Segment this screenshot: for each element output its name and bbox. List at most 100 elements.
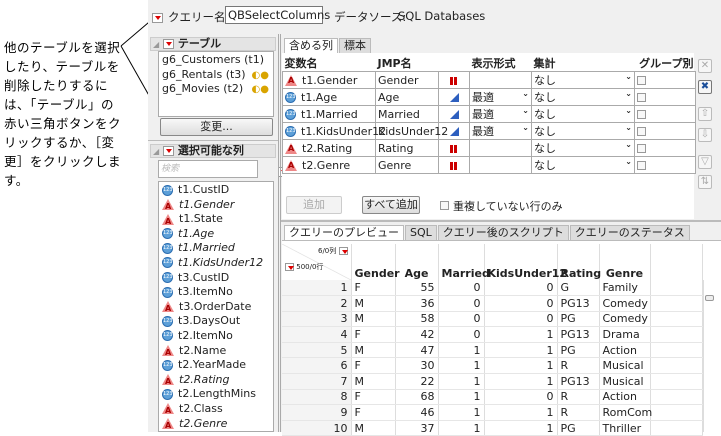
available-column-item[interactable]: t1.Gender — [159, 198, 273, 214]
move-down-icon[interactable]: ⇩ — [698, 128, 712, 142]
included-column-row[interactable]: t2.Genre Genre なし ⌄ — [282, 156, 696, 174]
table-item[interactable]: g6_Customers (t1) — [159, 53, 273, 68]
included-column-row[interactable]: 123 t1.KidsUnder12 KidsUnder12 最適 ⌄ なし ⌄ — [282, 122, 696, 140]
tab-post-query-script[interactable]: クエリー後のスクリプト — [437, 225, 569, 240]
tables-red-triangle[interactable] — [163, 39, 174, 49]
cell: 30 — [395, 357, 439, 375]
available-column-item[interactable]: 123 t3.CustID — [159, 271, 273, 286]
remove-column-icon[interactable]: ✕ — [698, 59, 712, 73]
tables-header[interactable]: ◢ テーブル — [150, 37, 276, 51]
available-column-item[interactable]: t2.Rating — [159, 373, 273, 389]
format-select[interactable]: 最適 ⌄ — [469, 122, 532, 140]
aggregate-select[interactable]: なし ⌄ — [531, 105, 635, 123]
query-menu-red-triangle[interactable] — [152, 13, 163, 23]
tab-sample[interactable]: 標本 — [339, 38, 371, 53]
aggregate-value: なし — [534, 108, 556, 121]
include-tabs: 含める列 標本 — [284, 38, 372, 53]
available-column-item[interactable]: t1.State — [159, 212, 273, 229]
row-count: 500/0行 — [296, 263, 324, 271]
available-column-item[interactable]: 123 t1.Married — [159, 241, 273, 256]
available-column-item[interactable]: t2.Genre — [159, 417, 273, 433]
col-header-kidsunder12[interactable]: KidsUnder12 — [484, 244, 567, 280]
available-column-item[interactable]: 123 t1.KidsUnder12 — [159, 256, 273, 271]
included-column-row[interactable]: t2.Rating Rating なし ⌄ — [282, 139, 696, 157]
columns-red-triangle[interactable] — [338, 247, 348, 255]
add-button[interactable]: 追加 — [286, 196, 342, 214]
available-column-item[interactable]: t2.Class — [159, 402, 273, 418]
available-column-item[interactable]: t3.OrderDate — [159, 300, 273, 316]
available-column-item[interactable]: 123 t2.LengthMins — [159, 387, 273, 402]
format-value: 最適 — [472, 125, 494, 138]
available-columns-red-triangle[interactable] — [163, 146, 174, 156]
header-variable-name: 変数名 — [284, 57, 318, 70]
tab-sql[interactable]: SQL — [405, 225, 437, 240]
available-column-item[interactable]: 123 t2.ItemNo — [159, 329, 273, 344]
cell: 0 — [484, 389, 558, 406]
jmp-name-field[interactable]: Genre — [375, 156, 439, 174]
aggregate-select[interactable]: なし ⌄ — [531, 139, 635, 157]
filter-icon[interactable]: ▽ — [698, 155, 712, 169]
cell: 0 — [484, 280, 558, 297]
jmp-name-field[interactable]: Age — [375, 88, 439, 106]
aggregate-select[interactable]: なし ⌄ — [531, 71, 635, 89]
table-item[interactable]: g6_Movies (t2) ◐● — [159, 82, 273, 97]
sort-icon[interactable]: ⇅ — [698, 175, 712, 189]
included-column-row[interactable]: t1.Gender Gender なし ⌄ — [282, 71, 696, 89]
distinct-rows-checkbox[interactable] — [440, 201, 449, 210]
add-all-button[interactable]: すべて追加 — [362, 196, 420, 214]
character-column-icon — [162, 403, 174, 418]
col-header-genre[interactable]: Genre — [599, 244, 651, 280]
available-column-item[interactable]: 123 t1.CustID — [159, 183, 273, 198]
col-header-gender[interactable]: Gender — [351, 244, 400, 280]
splitter[interactable] — [278, 34, 281, 432]
tab-query-preview[interactable]: クエリーのプレビュー — [284, 225, 404, 240]
join-icon[interactable]: ◐● — [252, 83, 269, 97]
join-icon[interactable]: ◐● — [252, 69, 269, 83]
available-columns-list[interactable]: 123t1.CustIDt1.Gendert1.State123t1.Age12… — [158, 181, 274, 433]
available-column-item[interactable]: 123 t2.YearMade — [159, 358, 273, 373]
tab-query-status[interactable]: クエリーのステータス — [569, 225, 690, 240]
col-header-age[interactable]: Age — [395, 244, 439, 280]
rows-red-triangle[interactable] — [285, 263, 294, 271]
group-by-checkbox[interactable] — [637, 127, 646, 136]
available-column-item[interactable]: 123 t3.DaysOut — [159, 314, 273, 329]
col-header-married[interactable]: Married — [438, 244, 490, 280]
jmp-name-field[interactable]: Rating — [375, 139, 439, 157]
format-select[interactable]: 最適 ⌄ — [469, 88, 532, 106]
aggregate-select[interactable]: なし ⌄ — [531, 88, 635, 106]
available-column-item[interactable]: 123 t3.ItemNo — [159, 285, 273, 300]
jmp-name-field[interactable]: Gender — [375, 71, 439, 89]
available-column-label: t1.KidsUnder12 — [178, 255, 264, 269]
aggregate-select[interactable]: なし ⌄ — [531, 156, 635, 174]
row-number: 7 — [282, 373, 352, 390]
group-by-checkbox[interactable] — [637, 144, 646, 153]
query-name-input[interactable]: QBSelectColumns — [225, 6, 330, 24]
numeric-column-icon: 123 — [162, 330, 173, 342]
table-item[interactable]: g6_Rentals (t3) ◐● — [159, 68, 273, 83]
included-column-row[interactable]: 123 t1.Age Age 最適 ⌄ なし ⌄ — [282, 88, 696, 106]
remove-all-columns-icon[interactable]: ✖ — [698, 80, 712, 94]
available-column-item[interactable]: t2.Name — [159, 344, 273, 360]
scrollbar-thumb[interactable] — [705, 295, 714, 301]
available-column-item[interactable]: 123 t1.Age — [159, 227, 273, 242]
numeric-column-icon: 123 — [285, 92, 296, 103]
group-by-checkbox[interactable] — [637, 93, 646, 102]
group-by-checkbox[interactable] — [637, 110, 646, 119]
format-select[interactable]: 最適 ⌄ — [469, 105, 532, 123]
jmp-name-field[interactable]: Married — [375, 105, 439, 123]
move-up-icon[interactable]: ⇧ — [698, 107, 712, 121]
aggregate-select[interactable]: なし ⌄ — [531, 122, 635, 140]
numeric-column-icon: 123 — [162, 184, 173, 196]
available-columns-header[interactable]: ◢ 選択可能な列 — [150, 144, 276, 158]
chevron-down-icon: ⌄ — [522, 106, 529, 115]
col-header-rating[interactable]: Rating — [557, 244, 601, 280]
included-column-row[interactable]: 123 t1.Married Married 最適 ⌄ なし ⌄ — [282, 105, 696, 123]
tables-list[interactable]: g6_Customers (t1) g6_Rentals (t3) ◐● g6_Mov… — [158, 51, 274, 117]
tab-include-columns[interactable]: 含める列 — [284, 38, 338, 53]
group-by-checkbox[interactable] — [637, 76, 646, 85]
jmp-name-field[interactable]: KidsUnder12 — [375, 122, 448, 140]
column-search-input[interactable]: 検索 — [158, 160, 258, 178]
vertical-scrollbar[interactable] — [703, 280, 715, 432]
change-tables-button[interactable]: 変更... — [160, 118, 273, 136]
group-by-checkbox[interactable] — [637, 161, 646, 170]
